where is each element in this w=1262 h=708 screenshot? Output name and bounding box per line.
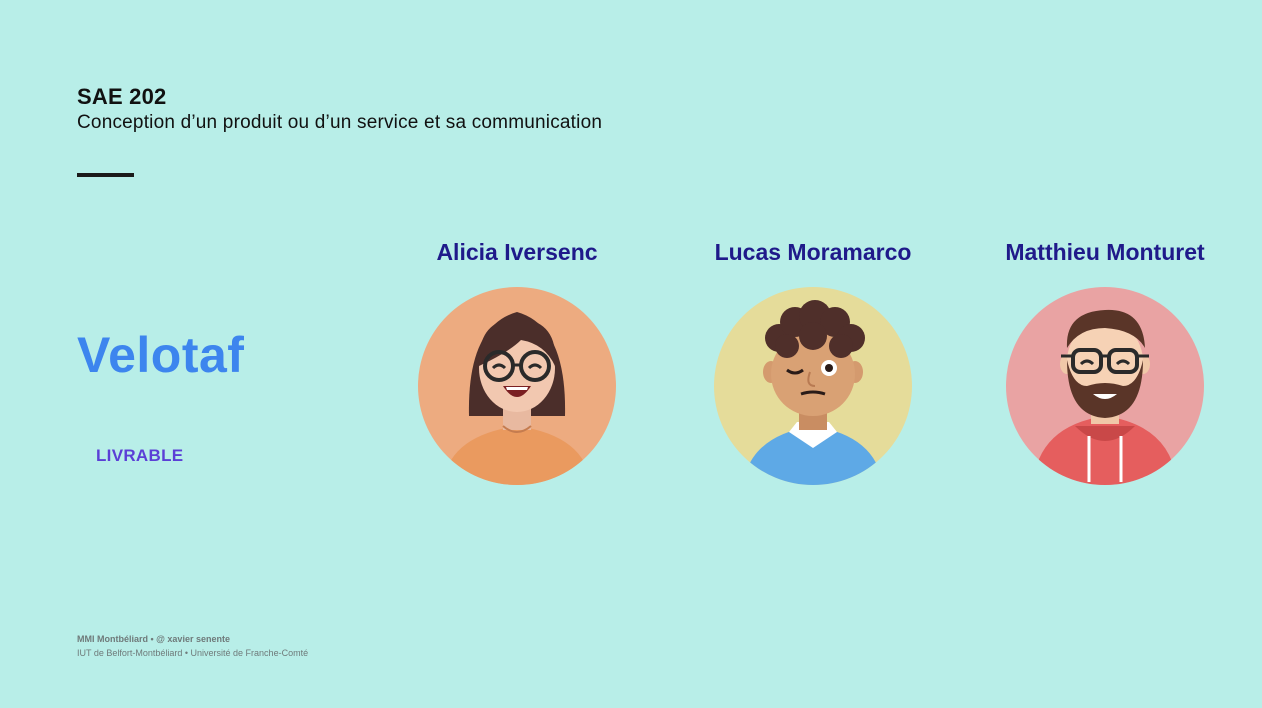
woman-avatar-icon [418,287,616,485]
deliverable-tag: LIVRABLE [96,446,184,465]
team-member-card: Alicia Iversenc [397,238,637,486]
member-name: Lucas Moramarco [714,239,912,265]
course-subtitle: Conception d’un produit ou d’un service … [77,112,603,133]
project-name: Velotaf [77,327,245,383]
course-code: SAE 202 [77,84,167,109]
member-name: Alicia Iversenc [436,239,598,265]
winking-man-avatar-icon [714,287,912,485]
footer-credit: MMI Montbéliard • @ xavier senente [77,634,230,644]
team-member-card: Matthieu Monturet [985,238,1225,486]
team-member-card: Lucas Moramarco [693,238,933,486]
footer-institution: IUT de Belfort-Montbéliard • Université … [77,648,309,658]
member-name: Matthieu Monturet [1005,239,1205,265]
bearded-man-avatar-icon [1006,287,1204,485]
title-divider [77,173,134,177]
